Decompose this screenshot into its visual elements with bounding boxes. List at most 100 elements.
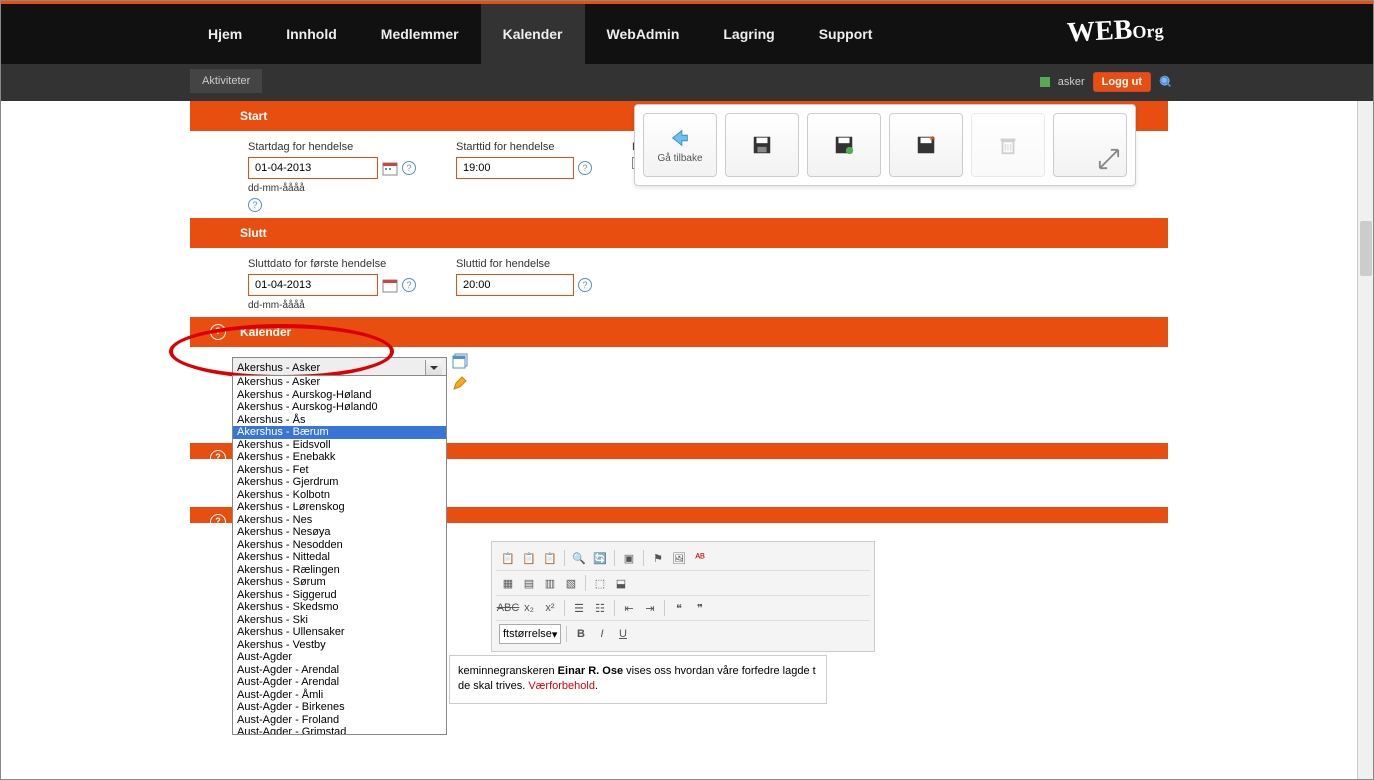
back-button[interactable]: Gå tilbake	[643, 113, 717, 177]
quote-open-icon[interactable]: ❝	[670, 599, 688, 617]
bullets-icon[interactable]: ☰	[570, 599, 588, 617]
logout-button[interactable]: Logg ut	[1093, 72, 1151, 92]
dropdown-option[interactable]: Akershus - Vestby	[233, 639, 446, 652]
table-icon[interactable]: ▦	[499, 574, 517, 592]
nav-kalender[interactable]: Kalender	[481, 4, 585, 64]
start-day-label: Startdag for hendelse	[248, 141, 416, 153]
table-cell-icon[interactable]: ▧	[562, 574, 580, 592]
dropdown-option[interactable]: Akershus - Ski	[233, 614, 446, 627]
dropdown-option[interactable]: Aust-Agder	[233, 651, 446, 664]
paste-plain-icon[interactable]: 📋	[541, 549, 559, 567]
pencil-icon[interactable]	[452, 375, 468, 394]
dropdown-option[interactable]: Akershus - Kolbotn	[233, 489, 446, 502]
paste-icon[interactable]: 📋	[499, 549, 517, 567]
main-nav: Hjem Innhold Medlemmer Kalender WebAdmin…	[1, 4, 1373, 64]
user-icon	[1040, 77, 1050, 87]
chevron-down-icon	[425, 360, 442, 375]
help-icon[interactable]: ?	[578, 278, 592, 292]
merge-icon[interactable]: ⬚	[591, 574, 609, 592]
replace-icon[interactable]: 🔄	[591, 549, 609, 567]
dropdown-option[interactable]: Akershus - Enebakk	[233, 451, 446, 464]
nav-webadmin[interactable]: WebAdmin	[585, 4, 702, 64]
dropdown-option[interactable]: Akershus - Eidsvoll	[233, 439, 446, 452]
user-name: asker	[1058, 76, 1085, 88]
dropdown-option[interactable]: Akershus - Ås	[233, 414, 446, 427]
dropdown-option[interactable]: Aust-Agder - Froland	[233, 714, 446, 727]
dropdown-option[interactable]: Akershus - Sørum	[233, 576, 446, 589]
dropdown-option[interactable]: Akershus - Nes	[233, 514, 446, 527]
slutt-day-input[interactable]	[248, 274, 378, 296]
nav-medlemmer[interactable]: Medlemmer	[359, 4, 481, 64]
dropdown-option[interactable]: Aust-Agder - Åmli	[233, 689, 446, 702]
start-time-input[interactable]	[456, 157, 574, 179]
dropdown-option[interactable]: Aust-Agder - Arendal	[233, 676, 446, 689]
help-icon[interactable]: ?	[248, 198, 262, 212]
dropdown-option[interactable]: Akershus - Gjerdrum	[233, 476, 446, 489]
start-time-label: Starttid for hendelse	[456, 141, 592, 153]
help-icon[interactable]: ?	[402, 161, 416, 175]
save-new-button[interactable]	[807, 113, 881, 177]
dropdown-option[interactable]: Akershus - Rælingen	[233, 564, 446, 577]
nav-support[interactable]: Support	[797, 4, 895, 64]
richtext-toolbar: 📋 📋 📋 🔍 🔄 ▣ ⚑ 🖼 ᴬᴮ ▦ ▤ ▥ ▧ ⬚ ⬓ ABC x₂ x²…	[491, 541, 875, 652]
help-icon[interactable]: ?	[402, 278, 416, 292]
calendar-icon[interactable]	[382, 277, 398, 293]
split-icon[interactable]: ⬓	[612, 574, 630, 592]
find-icon[interactable]: 🔍	[570, 549, 588, 567]
section-kalender-header: Kalender	[190, 317, 1168, 347]
expand-button[interactable]	[1053, 113, 1127, 177]
dropdown-option[interactable]: Aust-Agder - Birkenes	[233, 701, 446, 714]
calendar-icon[interactable]	[382, 160, 398, 176]
underline-icon[interactable]: U	[614, 625, 632, 643]
slutt-time-input[interactable]	[456, 274, 574, 296]
image-icon[interactable]: 🖼	[670, 549, 688, 567]
outdent-icon[interactable]: ⇤	[620, 599, 638, 617]
fontsize-select[interactable]: ftstørrelse▾	[499, 624, 561, 644]
weather-link[interactable]: Værforbehold	[528, 680, 595, 692]
table-col-icon[interactable]: ▥	[541, 574, 559, 592]
nav-innhold[interactable]: Innhold	[264, 4, 359, 64]
search-icon[interactable]	[1159, 75, 1173, 89]
dropdown-option[interactable]: Akershus - Skedsmo	[233, 601, 446, 614]
dropdown-option[interactable]: Akershus - Bærum	[233, 426, 446, 439]
kalender-dropdown-list[interactable]: Akershus - AskerAkershus - Aurskog-Hølan…	[232, 375, 447, 735]
paste-word-icon[interactable]: 📋	[520, 549, 538, 567]
subtab-aktiviteter[interactable]: Aktiviteter	[190, 69, 262, 93]
table-row-icon[interactable]: ▤	[520, 574, 538, 592]
dropdown-option[interactable]: Akershus - Fet	[233, 464, 446, 477]
superscript-icon[interactable]: x²	[541, 599, 559, 617]
start-day-hint: dd-mm-åååå	[248, 183, 416, 194]
scrollbar[interactable]	[1357, 101, 1373, 779]
dropdown-option[interactable]: Akershus - Lørenskog	[233, 501, 446, 514]
indent-icon[interactable]: ⇥	[641, 599, 659, 617]
richtext-content[interactable]: keminnegranskeren Einar R. Ose vises oss…	[449, 655, 827, 704]
save-close-button[interactable]	[889, 113, 963, 177]
slutt-time-label: Sluttid for hendelse	[456, 258, 592, 270]
spellcheck-icon[interactable]: ᴬᴮ	[691, 549, 709, 567]
dropdown-option[interactable]: Akershus - Nesodden	[233, 539, 446, 552]
flag-icon[interactable]: ⚑	[649, 549, 667, 567]
selectall-icon[interactable]: ▣	[620, 549, 638, 567]
save-button[interactable]	[725, 113, 799, 177]
nav-lagring[interactable]: Lagring	[701, 4, 796, 64]
quote-close-icon[interactable]: ❞	[691, 599, 709, 617]
numbering-icon[interactable]: ☷	[591, 599, 609, 617]
help-icon[interactable]: ?	[578, 161, 592, 175]
calendar-multi-icon[interactable]	[452, 353, 468, 372]
dropdown-option[interactable]: Akershus - Aurskog-Høland	[233, 389, 446, 402]
dropdown-option[interactable]: Akershus - Nittedal	[233, 551, 446, 564]
nav-hjem[interactable]: Hjem	[186, 4, 264, 64]
bold-icon[interactable]: B	[572, 625, 590, 643]
dropdown-option[interactable]: Akershus - Nesøya	[233, 526, 446, 539]
dropdown-option[interactable]: Akershus - Asker	[233, 376, 446, 389]
dropdown-option[interactable]: Aust-Agder - Arendal	[233, 664, 446, 677]
dropdown-option[interactable]: Akershus - Aurskog-Høland0	[233, 401, 446, 414]
delete-button[interactable]	[971, 113, 1045, 177]
subscript-icon[interactable]: x₂	[520, 599, 538, 617]
dropdown-option[interactable]: Aust-Agder - Grimstad	[233, 726, 446, 735]
strikethrough-icon[interactable]: ABC	[499, 599, 517, 617]
dropdown-option[interactable]: Akershus - Ullensaker	[233, 626, 446, 639]
dropdown-option[interactable]: Akershus - Siggerud	[233, 589, 446, 602]
start-day-input[interactable]	[248, 157, 378, 179]
italic-icon[interactable]: I	[593, 625, 611, 643]
